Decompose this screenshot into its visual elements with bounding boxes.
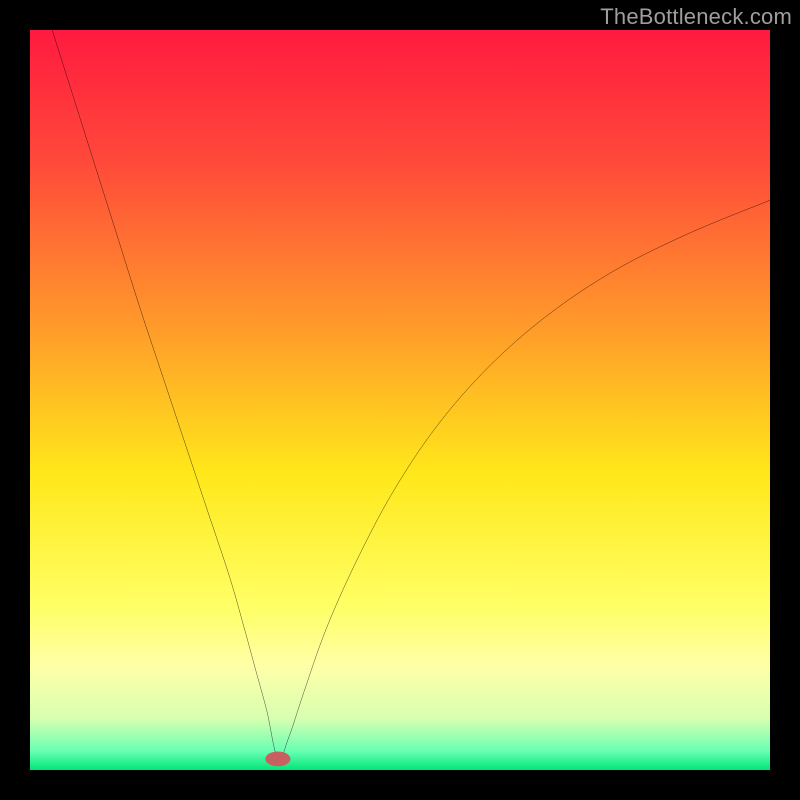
watermark-text: TheBottleneck.com (600, 4, 792, 30)
minimum-marker (265, 752, 290, 767)
bottleneck-chart (30, 30, 770, 770)
chart-container: TheBottleneck.com (0, 0, 800, 800)
gradient-background (30, 30, 770, 770)
